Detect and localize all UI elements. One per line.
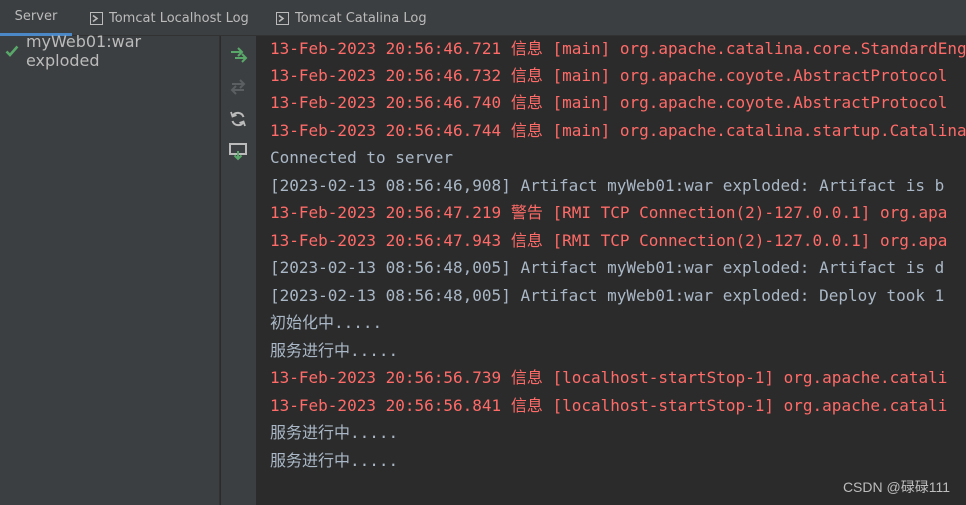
console-icon — [276, 11, 289, 25]
check-icon — [5, 45, 19, 57]
refresh-button[interactable] — [227, 108, 249, 130]
tab-tomcat-localhost-log-label: Tomcat Localhost Log — [109, 10, 249, 26]
log-line: 13-Feb-2023 20:56:47.943 信息 [RMI TCP Con… — [270, 231, 948, 250]
deployment-item-myweb01[interactable]: myWeb01:war exploded — [4, 32, 219, 70]
log-line: 服务进行中..... — [270, 451, 399, 470]
log-line: 服务进行中..... — [270, 341, 399, 360]
deployment-item-label: myWeb01:war exploded — [25, 32, 142, 70]
log-line: 13-Feb-2023 20:56:56.841 信息 [localhost-s… — [270, 396, 948, 415]
log-line: [2023-02-13 08:56:48,005] Artifact myWeb… — [270, 258, 945, 277]
log-line: 初始化中..... — [270, 313, 383, 332]
log-line: 13-Feb-2023 20:56:46.721 信息 [main] org.a… — [270, 39, 966, 58]
deploy-button[interactable] — [227, 44, 249, 66]
deploy-all-icon — [231, 47, 248, 63]
tab-server[interactable]: Server — [0, 0, 72, 36]
undeploy-button[interactable] — [227, 76, 249, 98]
console-toolbar — [221, 36, 257, 505]
tab-tomcat-catalina-log[interactable]: Tomcat Catalina Log — [276, 0, 427, 36]
refresh-icon — [230, 111, 246, 127]
console-icon — [90, 11, 103, 25]
update-resources-button[interactable] — [227, 140, 249, 162]
tab-tomcat-localhost-log[interactable]: Tomcat Localhost Log — [90, 0, 249, 36]
log-line: 13-Feb-2023 20:56:46.744 信息 [main] org.a… — [270, 121, 966, 140]
csdn-watermark: CSDN @碌碌111 — [842, 479, 950, 495]
log-line: 13-Feb-2023 20:56:47.219 警告 [RMI TCP Con… — [270, 203, 948, 222]
update-icon — [229, 143, 247, 161]
log-line: 服务进行中..... — [270, 423, 399, 442]
log-line: [2023-02-13 08:56:46,908] Artifact myWeb… — [270, 176, 945, 195]
tab-tomcat-catalina-log-label: Tomcat Catalina Log — [295, 10, 427, 26]
log-line: [2023-02-13 08:56:48,005] Artifact myWeb… — [270, 286, 945, 305]
log-line: 13-Feb-2023 20:56:46.740 信息 [main] org.a… — [270, 93, 948, 112]
console-output[interactable]: 13-Feb-2023 20:56:46.721 信息 [main] org.a… — [258, 36, 966, 505]
undeploy-icon — [230, 79, 246, 95]
log-line: 13-Feb-2023 20:56:46.732 信息 [main] org.a… — [270, 66, 948, 85]
log-line: Connected to server — [270, 148, 454, 167]
log-line: 13-Feb-2023 20:56:56.739 信息 [localhost-s… — [270, 368, 948, 387]
tab-server-label: Server — [14, 9, 58, 24]
tool-window-tabbar: Server Tomcat Localhost Log Tomcat Catal… — [0, 0, 966, 36]
server-deployment-tree: myWeb01:war exploded — [0, 32, 220, 505]
